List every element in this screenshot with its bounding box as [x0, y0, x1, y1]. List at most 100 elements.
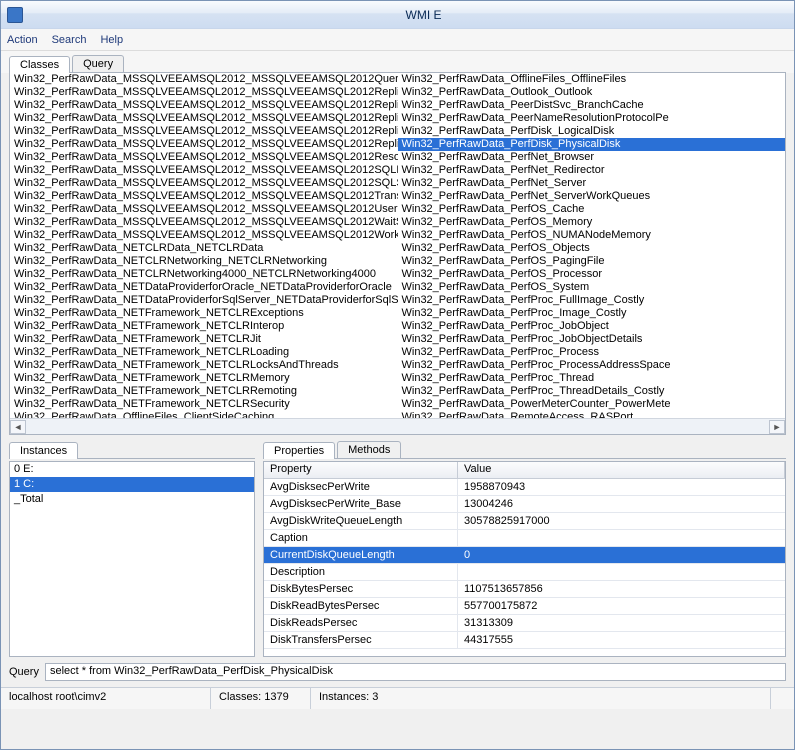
class-item[interactable]: Win32_PerfRawData_PerfNet_Redirector	[398, 164, 786, 177]
class-item[interactable]: Win32_PerfRawData_PerfProc_ProcessAddres…	[398, 359, 786, 372]
class-item[interactable]: Win32_PerfRawData_PeerDistSvc_BranchCach…	[398, 99, 786, 112]
class-item[interactable]: Win32_PerfRawData_NETCLRData_NETCLRData	[10, 242, 398, 255]
class-item[interactable]: Win32_PerfRawData_NETFramework_NETCLRInt…	[10, 320, 398, 333]
instance-item[interactable]: 0 E:	[10, 462, 254, 477]
class-item[interactable]: Win32_PerfRawData_PerfOS_PagingFile	[398, 255, 786, 268]
app-icon	[7, 7, 23, 23]
class-item[interactable]: Win32_PerfRawData_NETFramework_NETCLRExc…	[10, 307, 398, 320]
class-item[interactable]: Win32_PerfRawData_PowerMeterCounter_Powe…	[398, 398, 786, 411]
class-item[interactable]: Win32_PerfRawData_PerfOS_Memory	[398, 216, 786, 229]
query-field[interactable]: select * from Win32_PerfRawData_PerfDisk…	[45, 663, 786, 681]
class-item[interactable]: Win32_PerfRawData_PerfOS_Processor	[398, 268, 786, 281]
class-item[interactable]: Win32_PerfRawData_NETCLRNetworking4000_N…	[10, 268, 398, 281]
column-header-value[interactable]: Value	[458, 462, 785, 478]
class-item[interactable]: Win32_PerfRawData_PerfNet_Browser	[398, 151, 786, 164]
property-name: DiskReadBytesPersec	[264, 598, 458, 614]
property-row[interactable]: CurrentDiskQueueLength0	[264, 547, 785, 564]
class-item[interactable]: Win32_PerfRawData_PerfProc_Thread	[398, 372, 786, 385]
property-row[interactable]: Caption	[264, 530, 785, 547]
column-header-property[interactable]: Property	[264, 462, 458, 478]
property-value: 13004246	[458, 496, 785, 512]
window-title: WMI E	[29, 8, 788, 22]
horizontal-scrollbar[interactable]: ◄ ►	[10, 418, 785, 434]
scroll-left-icon[interactable]: ◄	[10, 420, 26, 434]
class-item[interactable]: Win32_PerfRawData_NETFramework_NETCLRRem…	[10, 385, 398, 398]
instances-list[interactable]: 0 E:1 C:_Total	[9, 461, 255, 657]
class-item[interactable]: Win32_PerfRawData_NETCLRNetworking_NETCL…	[10, 255, 398, 268]
class-item[interactable]: Win32_PerfRawData_PerfOS_System	[398, 281, 786, 294]
property-row[interactable]: DiskBytesPersec1107513657856	[264, 581, 785, 598]
class-item[interactable]: Win32_PerfRawData_PerfNet_ServerWorkQueu…	[398, 190, 786, 203]
class-item[interactable]: Win32_PerfRawData_MSSQLVEEAMSQL2012_MSSQ…	[10, 190, 398, 203]
scroll-track[interactable]	[26, 420, 769, 434]
class-item[interactable]: Win32_PerfRawData_PerfOS_NUMANodeMemory	[398, 229, 786, 242]
class-item[interactable]: Win32_PerfRawData_NETDataProviderforSqlS…	[10, 294, 398, 307]
class-item[interactable]: Win32_PerfRawData_MSSQLVEEAMSQL2012_MSSQ…	[10, 203, 398, 216]
tab-query[interactable]: Query	[72, 55, 124, 72]
class-item[interactable]: Win32_PerfRawData_MSSQLVEEAMSQL2012_MSSQ…	[10, 229, 398, 242]
class-item[interactable]: Win32_PerfRawData_NETFramework_NETCLRMem…	[10, 372, 398, 385]
tab-classes[interactable]: Classes	[9, 56, 70, 73]
menu-search[interactable]: Search	[52, 34, 87, 46]
property-row[interactable]: AvgDisksecPerWrite1958870943	[264, 479, 785, 496]
class-item[interactable]: Win32_PerfRawData_NETFramework_NETCLRJit	[10, 333, 398, 346]
instance-item[interactable]: _Total	[10, 492, 254, 507]
class-item[interactable]: Win32_PerfRawData_NETFramework_NETCLRLoc…	[10, 359, 398, 372]
class-item[interactable]: Win32_PerfRawData_NETDataProviderforOrac…	[10, 281, 398, 294]
tab-properties[interactable]: Properties	[263, 442, 335, 459]
class-item[interactable]: Win32_PerfRawData_PerfProc_Process	[398, 346, 786, 359]
menubar: Action Search Help	[1, 29, 794, 51]
class-item[interactable]: Win32_PerfRawData_MSSQLVEEAMSQL2012_MSSQ…	[10, 164, 398, 177]
tab-instances[interactable]: Instances	[9, 442, 78, 459]
class-item[interactable]: Win32_PerfRawData_MSSQLVEEAMSQL2012_MSSQ…	[10, 216, 398, 229]
class-item[interactable]: Win32_PerfRawData_PerfDisk_LogicalDisk	[398, 125, 786, 138]
class-item[interactable]: Win32_PerfRawData_MSSQLVEEAMSQL2012_MSSQ…	[10, 138, 398, 151]
class-item[interactable]: Win32_PerfRawData_MSSQLVEEAMSQL2012_MSSQ…	[10, 112, 398, 125]
class-item[interactable]: Win32_PerfRawData_PerfOS_Cache	[398, 203, 786, 216]
class-item[interactable]: Win32_PerfRawData_OfflineFiles_OfflineFi…	[398, 73, 786, 86]
property-name: DiskTransfersPersec	[264, 632, 458, 648]
class-item[interactable]: Win32_PerfRawData_OfflineFiles_ClientSid…	[10, 411, 398, 418]
property-row[interactable]: DiskReadBytesPersec557700175872	[264, 598, 785, 615]
class-item[interactable]: Win32_PerfRawData_MSSQLVEEAMSQL2012_MSSQ…	[10, 73, 398, 86]
properties-body[interactable]: AvgDisksecPerWrite1958870943AvgDisksecPe…	[264, 479, 785, 656]
class-item[interactable]: Win32_PerfRawData_PerfOS_Objects	[398, 242, 786, 255]
class-item[interactable]: Win32_PerfRawData_NETFramework_NETCLRSec…	[10, 398, 398, 411]
status-classes: Classes: 1379	[211, 688, 311, 709]
class-item[interactable]: Win32_PerfRawData_PeerNameResolutionProt…	[398, 112, 786, 125]
class-item[interactable]: Win32_PerfRawData_PerfDisk_PhysicalDisk	[398, 138, 786, 151]
scroll-right-icon[interactable]: ►	[769, 420, 785, 434]
property-row[interactable]: DiskTransfersPersec44317555	[264, 632, 785, 649]
menu-help[interactable]: Help	[100, 34, 123, 46]
property-value: 1107513657856	[458, 581, 785, 597]
class-item[interactable]: Win32_PerfRawData_PerfProc_ThreadDetails…	[398, 385, 786, 398]
class-item[interactable]: Win32_PerfRawData_RemoteAccess_RASPort	[398, 411, 786, 418]
class-item[interactable]: Win32_PerfRawData_MSSQLVEEAMSQL2012_MSSQ…	[10, 151, 398, 164]
menu-action[interactable]: Action	[7, 34, 38, 46]
class-item[interactable]: Win32_PerfRawData_NETFramework_NETCLRLoa…	[10, 346, 398, 359]
classes-pane[interactable]: Win32_PerfRawData_MSSQLVEEAMSQL2012_MSSQ…	[9, 73, 786, 435]
property-row[interactable]: AvgDiskWriteQueueLength30578825917000	[264, 513, 785, 530]
class-item[interactable]: Win32_PerfRawData_MSSQLVEEAMSQL2012_MSSQ…	[10, 177, 398, 190]
class-item[interactable]: Win32_PerfRawData_Outlook_Outlook	[398, 86, 786, 99]
class-item[interactable]: Win32_PerfRawData_PerfProc_Image_Costly	[398, 307, 786, 320]
property-row[interactable]: DiskReadsPersec31313309	[264, 615, 785, 632]
instance-item[interactable]: 1 C:	[10, 477, 254, 492]
class-item[interactable]: Win32_PerfRawData_PerfProc_JobObject	[398, 320, 786, 333]
classes-column-right[interactable]: Win32_PerfRawData_OfflineFiles_OfflineFi…	[398, 73, 786, 418]
property-row[interactable]: AvgDisksecPerWrite_Base13004246	[264, 496, 785, 513]
class-item[interactable]: Win32_PerfRawData_MSSQLVEEAMSQL2012_MSSQ…	[10, 99, 398, 112]
class-item[interactable]: Win32_PerfRawData_MSSQLVEEAMSQL2012_MSSQ…	[10, 125, 398, 138]
properties-header: Property Value	[264, 462, 785, 479]
property-row[interactable]: Description	[264, 564, 785, 581]
property-name: DiskBytesPersec	[264, 581, 458, 597]
classes-column-left[interactable]: Win32_PerfRawData_MSSQLVEEAMSQL2012_MSSQ…	[10, 73, 398, 418]
class-item[interactable]: Win32_PerfRawData_PerfProc_JobObjectDeta…	[398, 333, 786, 346]
property-value: 30578825917000	[458, 513, 785, 529]
tab-methods[interactable]: Methods	[337, 441, 401, 458]
class-item[interactable]: Win32_PerfRawData_PerfNet_Server	[398, 177, 786, 190]
class-item[interactable]: Win32_PerfRawData_PerfProc_FullImage_Cos…	[398, 294, 786, 307]
class-item[interactable]: Win32_PerfRawData_MSSQLVEEAMSQL2012_MSSQ…	[10, 86, 398, 99]
titlebar[interactable]: WMI E	[1, 1, 794, 29]
property-name: Caption	[264, 530, 458, 546]
